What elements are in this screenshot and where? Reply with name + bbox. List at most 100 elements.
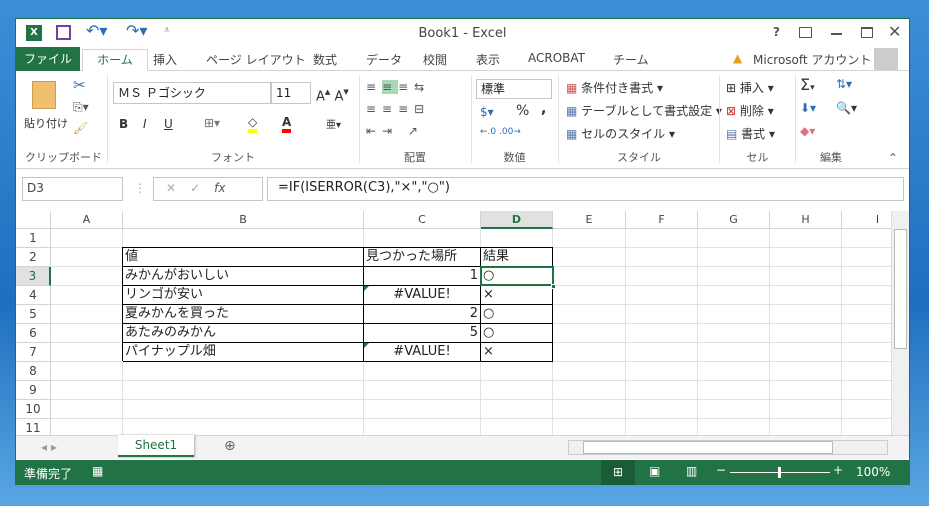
collapse-ribbon-icon[interactable]: ⌃	[888, 151, 898, 165]
page-layout-view-icon[interactable]: ▣	[649, 464, 660, 478]
cancel-icon[interactable]: ✕	[166, 181, 190, 195]
tab-insert[interactable]: 挿入	[153, 51, 177, 68]
enter-icon[interactable]: ✓	[190, 181, 214, 195]
fill-handle[interactable]	[551, 284, 556, 289]
row-header-3[interactable]: 3	[16, 267, 51, 286]
table-cell[interactable]: リンゴが安い	[123, 286, 363, 305]
font-size-select[interactable]: 11	[271, 82, 311, 104]
find-icon[interactable]: 🔍▾	[836, 101, 857, 115]
number-format-select[interactable]: 標準	[476, 79, 552, 99]
tab-file[interactable]: ファイル	[16, 47, 80, 71]
row-header-1[interactable]: 1	[16, 229, 51, 248]
tab-acrobat[interactable]: ACROBAT	[528, 51, 585, 65]
copy-icon[interactable]: ⎘▾	[73, 100, 89, 115]
name-box[interactable]: D3	[22, 177, 123, 201]
column-header-C[interactable]: C	[364, 211, 481, 229]
table-cell[interactable]: ○	[481, 324, 552, 343]
grow-font-icon[interactable]: A▴ A▾	[316, 85, 349, 104]
alignment-icons[interactable]: ≡≡≡⇆ ≡≡≡⊟ ⇤⇥ ↗	[366, 76, 430, 142]
percent-button[interactable]: %	[516, 103, 529, 119]
help-icon[interactable]: ?	[773, 25, 780, 39]
zoom-out-icon[interactable]: −	[716, 463, 726, 477]
row-header-8[interactable]: 8	[16, 362, 51, 381]
row-header-10[interactable]: 10	[16, 400, 51, 419]
border-icon[interactable]: ⊞▾	[204, 116, 220, 130]
font-color-icon[interactable]: A	[282, 115, 292, 133]
phonetic-icon[interactable]: 亜▾	[326, 116, 341, 131]
row-header-11[interactable]: 11	[16, 419, 51, 435]
vertical-scrollbar[interactable]	[891, 211, 909, 435]
ribbon-display-icon[interactable]	[799, 27, 812, 38]
row-header-5[interactable]: 5	[16, 305, 51, 324]
scrollbar-thumb[interactable]	[894, 229, 907, 349]
tab-formulas[interactable]: 数式	[313, 51, 337, 68]
comma-button[interactable]: ,	[541, 101, 546, 117]
tab-team[interactable]: チーム	[613, 51, 649, 68]
table-cell[interactable]: 5	[364, 324, 480, 343]
table-cell[interactable]: あたみのみかん	[123, 324, 363, 343]
minimize-icon[interactable]	[831, 33, 842, 35]
tab-view[interactable]: 表示	[476, 51, 500, 68]
zoom-in-icon[interactable]: +	[833, 463, 843, 477]
italic-button[interactable]: I	[143, 117, 147, 131]
format-as-table-button[interactable]: ▦ テーブルとして書式設定 ▾	[566, 102, 722, 119]
row-header-7[interactable]: 7	[16, 343, 51, 362]
table-cell[interactable]: 夏みかんを買った	[123, 305, 363, 324]
autosum-icon[interactable]: Σ▾	[800, 75, 815, 94]
page-break-view-icon[interactable]: ▥	[686, 464, 697, 478]
table-cell[interactable]: 2	[364, 305, 480, 324]
column-header-D[interactable]: D	[481, 211, 553, 229]
delete-cells-button[interactable]: ⊠ 削除 ▾	[726, 102, 774, 119]
fx-icon[interactable]: fx	[214, 181, 225, 195]
avatar[interactable]	[874, 48, 898, 70]
normal-view-icon[interactable]: ⊞	[601, 460, 635, 485]
macro-icon[interactable]: ▦	[92, 464, 103, 478]
formula-input[interactable]: =IF(ISERROR(C3),"×","○")	[267, 177, 904, 201]
zoom-slider-thumb[interactable]	[778, 467, 781, 478]
row-header-6[interactable]: 6	[16, 324, 51, 343]
clear-icon[interactable]: ◆▾	[800, 124, 815, 138]
table-cell[interactable]: みかんがおいしい	[123, 267, 363, 286]
select-all-corner[interactable]	[16, 211, 51, 229]
font-name-select[interactable]: ＭＳ Ｐゴシック	[113, 82, 271, 104]
table-cell[interactable]: #VALUE!	[364, 343, 480, 362]
paste-button[interactable]: 貼り付け	[24, 115, 68, 131]
column-header-A[interactable]: A	[51, 211, 123, 229]
column-header-E[interactable]: E	[553, 211, 626, 229]
column-header-H[interactable]: H	[770, 211, 842, 229]
table-cell[interactable]: #VALUE!	[364, 286, 480, 305]
tab-page-layout[interactable]: ページ レイアウト	[206, 51, 306, 68]
table-header-cell[interactable]: 値	[123, 248, 363, 267]
row-header-2[interactable]: 2	[16, 248, 51, 267]
add-sheet-icon[interactable]: ⊕	[224, 438, 236, 454]
table-cell[interactable]: ×	[481, 286, 552, 305]
currency-icon[interactable]: $▾	[480, 105, 494, 119]
fill-color-icon[interactable]: ◇	[248, 115, 258, 133]
table-cell[interactable]: パイナップル畑	[123, 343, 363, 362]
conditional-format-button[interactable]: ▦ 条件付き書式 ▾	[566, 79, 663, 96]
format-painter-icon[interactable]: 🖌	[73, 121, 88, 135]
column-header-F[interactable]: F	[626, 211, 698, 229]
tab-data[interactable]: データ	[366, 51, 402, 68]
row-header-4[interactable]: 4	[16, 286, 51, 305]
cell-styles-button[interactable]: ▦ セルのスタイル ▾	[566, 125, 675, 142]
column-header-I[interactable]: I	[842, 211, 891, 229]
scrollbar-thumb[interactable]	[583, 441, 833, 454]
zoom-slider[interactable]	[730, 467, 830, 478]
maximize-icon[interactable]	[861, 27, 873, 38]
account-button[interactable]: Microsoft アカウント	[753, 51, 871, 68]
table-header-cell[interactable]: 見つかった場所	[364, 248, 480, 267]
prev-sheet-icon[interactable]: ◂ ▸	[41, 440, 57, 454]
sheet-tab-sheet1[interactable]: Sheet1	[118, 435, 194, 457]
fill-icon[interactable]: ⬇▾	[800, 101, 816, 115]
column-header-B[interactable]: B	[123, 211, 364, 229]
column-header-G[interactable]: G	[698, 211, 770, 229]
table-header-cell[interactable]: 結果	[481, 248, 552, 267]
bold-button[interactable]: B	[119, 117, 128, 131]
table-cell[interactable]: 1	[364, 267, 480, 286]
underline-button[interactable]: U	[164, 117, 173, 131]
tab-review[interactable]: 校閲	[423, 51, 447, 68]
tab-home[interactable]: ホーム	[82, 49, 148, 72]
insert-cells-button[interactable]: ⊞ 挿入 ▾	[726, 79, 774, 96]
sort-filter-icon[interactable]: ⇅▾	[836, 77, 852, 91]
